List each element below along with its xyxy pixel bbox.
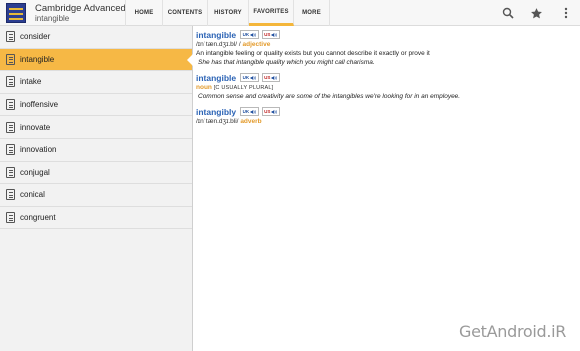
document-icon — [6, 212, 15, 224]
part-of-speech: adjective — [242, 41, 271, 48]
speaker-icon — [250, 32, 257, 37]
separator: / — [238, 41, 241, 48]
list-item-label: intake — [20, 77, 42, 87]
list-item-label: consider — [20, 32, 51, 42]
star-icon[interactable] — [528, 5, 544, 21]
list-item-innovation[interactable]: innovation — [0, 138, 192, 162]
us-audio-button[interactable]: US — [261, 73, 280, 82]
entry-noun: intangible UK US noun [C USUALLY PLURAL]… — [196, 72, 580, 101]
list-item-label: innovate — [20, 122, 51, 132]
document-icon — [6, 144, 15, 156]
list-item-congruent[interactable]: congruent — [0, 206, 192, 230]
grammar-label: [C USUALLY PLURAL] — [213, 85, 274, 91]
document-icon — [6, 166, 15, 178]
list-item-label: congruent — [20, 213, 56, 223]
speaker-icon — [272, 109, 278, 114]
speaker-icon — [250, 109, 257, 114]
us-audio-button[interactable]: US — [261, 30, 280, 39]
pronunciation: /ɪnˈtæn.dʒɪ.bli/ — [196, 118, 239, 125]
tab-bar: HOME CONTENTS HISTORY FAVORITES MORE — [125, 0, 330, 26]
list-item-intangible[interactable]: intangible — [0, 48, 193, 72]
speaker-icon — [272, 75, 278, 80]
speaker-icon — [250, 75, 257, 80]
document-icon — [6, 31, 15, 43]
overflow-menu-icon[interactable] — [558, 5, 574, 21]
document-icon — [6, 189, 15, 201]
search-icon[interactable] — [500, 5, 516, 21]
entry-adjective: intangible UK US /ɪnˈtæn.dʒɪ.bl/ / adjec… — [196, 29, 580, 67]
headword: intangibly — [196, 106, 237, 117]
list-item-label: conjugal — [20, 167, 50, 177]
definition: An intangible feeling or quality exists … — [196, 50, 430, 57]
favorites-list: consider intangible intake inoffensive i… — [0, 26, 193, 351]
document-icon — [6, 76, 15, 88]
list-item-label: inoffensive — [20, 100, 59, 110]
action-bar: Cambridge Advanced intangible HOME CONTE… — [0, 0, 580, 26]
selection-pointer — [187, 53, 193, 66]
list-item-intake[interactable]: intake — [0, 71, 192, 94]
document-icon — [6, 121, 15, 133]
example-sentence: She has that intangible quality which yo… — [198, 59, 375, 66]
app-subtitle: intangible — [35, 14, 70, 23]
entry-panel: intangible UK US /ɪnˈtæn.dʒɪ.bl/ / adjec… — [196, 26, 580, 351]
pronunciation: /ɪnˈtæn.dʒɪ.bl/ — [196, 41, 238, 48]
document-icon — [6, 53, 15, 65]
tab-contents[interactable]: CONTENTS — [163, 0, 208, 26]
list-item-label: conical — [20, 190, 45, 200]
uk-audio-button[interactable]: UK — [240, 107, 259, 116]
tab-home[interactable]: HOME — [125, 0, 163, 26]
list-item-label: intangible — [20, 54, 55, 64]
part-of-speech: adverb — [240, 118, 262, 125]
list-item-label: innovation — [20, 145, 57, 155]
tab-history[interactable]: HISTORY — [208, 0, 249, 26]
headword: intangible — [196, 29, 237, 40]
us-audio-button[interactable]: US — [261, 107, 280, 116]
list-item-conjugal[interactable]: conjugal — [0, 161, 192, 185]
list-item-innovate[interactable]: innovate — [0, 116, 192, 139]
dictionary-app-icon[interactable] — [6, 3, 26, 23]
part-of-speech: noun — [196, 84, 212, 91]
uk-audio-button[interactable]: UK — [240, 30, 259, 39]
list-item-consider[interactable]: consider — [0, 26, 192, 49]
uk-audio-button[interactable]: UK — [240, 73, 259, 82]
entry-adverb: intangibly UK US /ɪnˈtæn.dʒɪ.bli/ adverb — [196, 106, 580, 126]
headword: intangible — [196, 72, 237, 83]
list-item-conical[interactable]: conical — [0, 184, 192, 207]
speaker-icon — [272, 32, 278, 37]
tab-more[interactable]: MORE — [294, 0, 330, 26]
tab-favorites[interactable]: FAVORITES — [249, 0, 294, 26]
example-sentence: Common sense and creativity are some of … — [198, 93, 461, 100]
document-icon — [6, 99, 15, 111]
app-title: Cambridge Advanced — [35, 3, 126, 14]
list-item-inoffensive[interactable]: inoffensive — [0, 93, 192, 117]
watermark: GetAndroid.iR — [459, 322, 567, 341]
